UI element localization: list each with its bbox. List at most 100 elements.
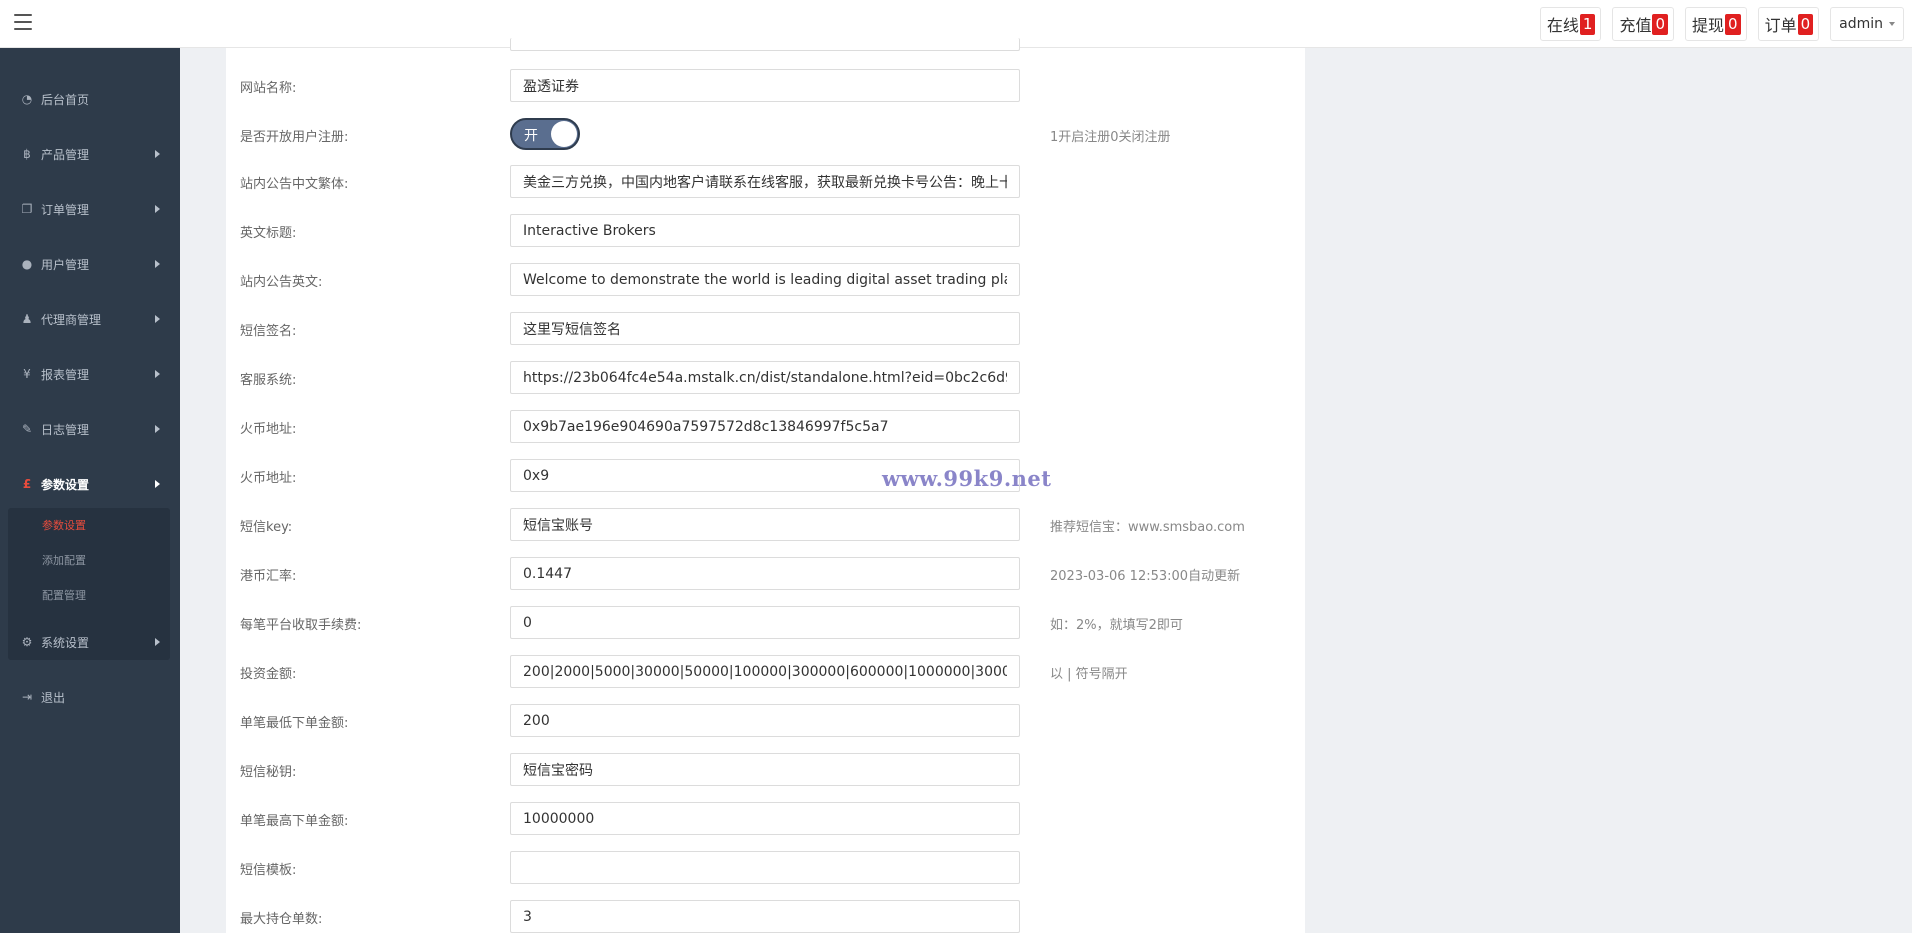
sidebar-item-label: 日志管理 bbox=[41, 422, 90, 437]
notice-zh-input[interactable] bbox=[510, 165, 1020, 198]
huobi-address-input[interactable] bbox=[510, 410, 1020, 443]
field-label: 短信key: bbox=[240, 520, 293, 535]
sidebar-item-label: 系统设置 bbox=[41, 635, 90, 650]
sidebar-item-reports[interactable]: ¥ 报表管理 bbox=[0, 354, 180, 394]
field-label: 火币地址: bbox=[240, 471, 297, 486]
field-label: 单笔最低下单金额: bbox=[240, 716, 349, 731]
subnav-config-manage[interactable]: 配置管理 bbox=[42, 587, 86, 603]
chevron-right-icon bbox=[155, 260, 160, 268]
field-label: 火币地址: bbox=[240, 422, 297, 437]
sidebar-item-params[interactable]: £ 参数设置 bbox=[0, 464, 180, 504]
order-button[interactable]: 订单 0 bbox=[1757, 7, 1820, 41]
sms-key-input[interactable] bbox=[510, 508, 1020, 541]
site-name-input[interactable] bbox=[510, 69, 1020, 102]
field-label: 短信模板: bbox=[240, 863, 297, 878]
recharge-count-badge: 0 bbox=[1652, 13, 1668, 35]
withdraw-label: 提现 bbox=[1692, 16, 1725, 35]
notice-en-input[interactable] bbox=[510, 263, 1020, 296]
toggle-state-label: 开 bbox=[524, 128, 538, 144]
user-name: admin bbox=[1839, 16, 1883, 32]
sidebar-item-products[interactable]: ฿ 产品管理 bbox=[0, 134, 180, 174]
field-hint: 1开启注册0关闭注册 bbox=[1050, 130, 1171, 145]
max-order-input[interactable] bbox=[510, 802, 1020, 835]
user-icon: ● bbox=[21, 257, 33, 271]
field-hint: 推荐短信宝：www.smsbao.com bbox=[1050, 520, 1245, 535]
online-label: 在线 bbox=[1546, 16, 1579, 35]
logout-icon: ⇥ bbox=[21, 690, 33, 704]
bitcoin-icon: ฿ bbox=[23, 147, 31, 161]
previous-field-partial[interactable] bbox=[510, 38, 1020, 51]
sidebar-item-label: 后台首页 bbox=[41, 92, 90, 107]
withdraw-button[interactable]: 提现 0 bbox=[1685, 7, 1747, 41]
chevron-right-icon bbox=[155, 370, 160, 378]
field-label: 短信秘钥: bbox=[240, 765, 297, 780]
gears-icon: ⚙ bbox=[21, 635, 33, 649]
recharge-label: 充值 bbox=[1619, 16, 1652, 35]
chevron-down-icon bbox=[1889, 22, 1895, 26]
sidebar-item-users[interactable]: ● 用户管理 bbox=[0, 244, 180, 284]
register-toggle[interactable]: 开 bbox=[510, 118, 580, 150]
field-hint: 以 | 符号隔开 bbox=[1050, 667, 1128, 682]
field-label: 站内公告英文: bbox=[240, 275, 323, 290]
fee-input[interactable] bbox=[510, 606, 1020, 639]
pound-icon: £ bbox=[22, 477, 32, 491]
sidebar-item-label: 参数设置 bbox=[41, 477, 90, 492]
field-label: 单笔最高下单金额: bbox=[240, 814, 349, 829]
field-label: 网站名称: bbox=[240, 81, 297, 96]
chevron-right-icon bbox=[155, 205, 160, 213]
sidebar-item-label: 报表管理 bbox=[41, 367, 90, 382]
max-positions-input[interactable] bbox=[510, 900, 1020, 933]
subnav-param-settings[interactable]: 参数设置 bbox=[42, 517, 86, 533]
field-label: 是否开放用户注册: bbox=[240, 130, 349, 145]
recharge-button[interactable]: 充值 0 bbox=[1612, 7, 1674, 41]
hkd-rate-input[interactable] bbox=[510, 557, 1020, 590]
dashboard-icon: ◔ bbox=[21, 92, 33, 106]
sidebar-item-label: 用户管理 bbox=[41, 257, 90, 272]
field-label: 英文标题: bbox=[240, 226, 297, 241]
field-hint: 如：2%，就填写2即可 bbox=[1050, 618, 1183, 633]
sidebar-item-system[interactable]: ⚙ 系统设置 bbox=[0, 622, 180, 662]
sidebar-item-label: 产品管理 bbox=[41, 147, 90, 162]
copy-icon: ❐ bbox=[21, 202, 33, 216]
subnav-add-config[interactable]: 添加配置 bbox=[42, 552, 86, 568]
sidebar-item-logout[interactable]: ⇥ 退出 bbox=[0, 677, 180, 717]
support-system-input[interactable] bbox=[510, 361, 1020, 394]
sidebar-item-label: 退出 bbox=[41, 690, 66, 705]
field-label: 投资金额: bbox=[240, 667, 297, 682]
chevron-right-icon bbox=[155, 315, 160, 323]
sidebar-item-orders[interactable]: ❐ 订单管理 bbox=[0, 189, 180, 229]
user-menu-button[interactable]: admin bbox=[1830, 7, 1904, 41]
chevron-right-icon bbox=[155, 425, 160, 433]
order-count-badge: 0 bbox=[1797, 13, 1814, 35]
order-label: 订单 bbox=[1764, 16, 1797, 35]
sidebar-item-dashboard[interactable]: ◔ 后台首页 bbox=[0, 79, 180, 119]
sms-signature-input[interactable] bbox=[510, 312, 1020, 345]
min-order-input[interactable] bbox=[510, 704, 1020, 737]
sms-secret-input[interactable] bbox=[510, 753, 1020, 786]
sidebar: ◔ 后台首页 ฿ 产品管理 ❐ 订单管理 ● 用户管理 ♟ 代理商管理 ¥ 报表管理 ✎ 日志… bbox=[0, 48, 180, 933]
sidebar-item-label: 代理商管理 bbox=[41, 312, 102, 327]
investment-amount-input[interactable] bbox=[510, 655, 1020, 688]
english-title-input[interactable] bbox=[510, 214, 1020, 247]
field-label: 每笔平台收取手续费: bbox=[240, 618, 362, 633]
field-label: 最大持仓单数: bbox=[240, 912, 323, 927]
field-label: 客服系统: bbox=[240, 373, 297, 388]
field-label: 短信签名: bbox=[240, 324, 297, 339]
field-label: 港币汇率: bbox=[240, 569, 297, 584]
toggle-knob bbox=[551, 121, 577, 147]
tag-icon: ✎ bbox=[21, 422, 33, 436]
chevron-right-icon bbox=[155, 150, 160, 158]
chevron-right-icon bbox=[155, 480, 160, 488]
withdraw-count-badge: 0 bbox=[1725, 13, 1741, 35]
sidebar-item-logs[interactable]: ✎ 日志管理 bbox=[0, 409, 180, 449]
online-button[interactable]: 在线 1 bbox=[1539, 7, 1602, 41]
header-actions: 在线 1 充值 0 提现 0 订单 0 admin bbox=[1539, 7, 1904, 41]
field-label: 站内公告中文繁体: bbox=[240, 177, 349, 192]
sidebar-item-agents[interactable]: ♟ 代理商管理 bbox=[0, 299, 180, 339]
online-count-badge: 1 bbox=[1579, 13, 1596, 35]
watermark-text: www.99k9.net bbox=[882, 466, 1052, 491]
chevron-right-icon bbox=[155, 638, 160, 646]
menu-toggle-icon[interactable] bbox=[14, 14, 32, 30]
sidebar-item-label: 订单管理 bbox=[41, 202, 90, 217]
sms-template-input[interactable] bbox=[510, 851, 1020, 884]
